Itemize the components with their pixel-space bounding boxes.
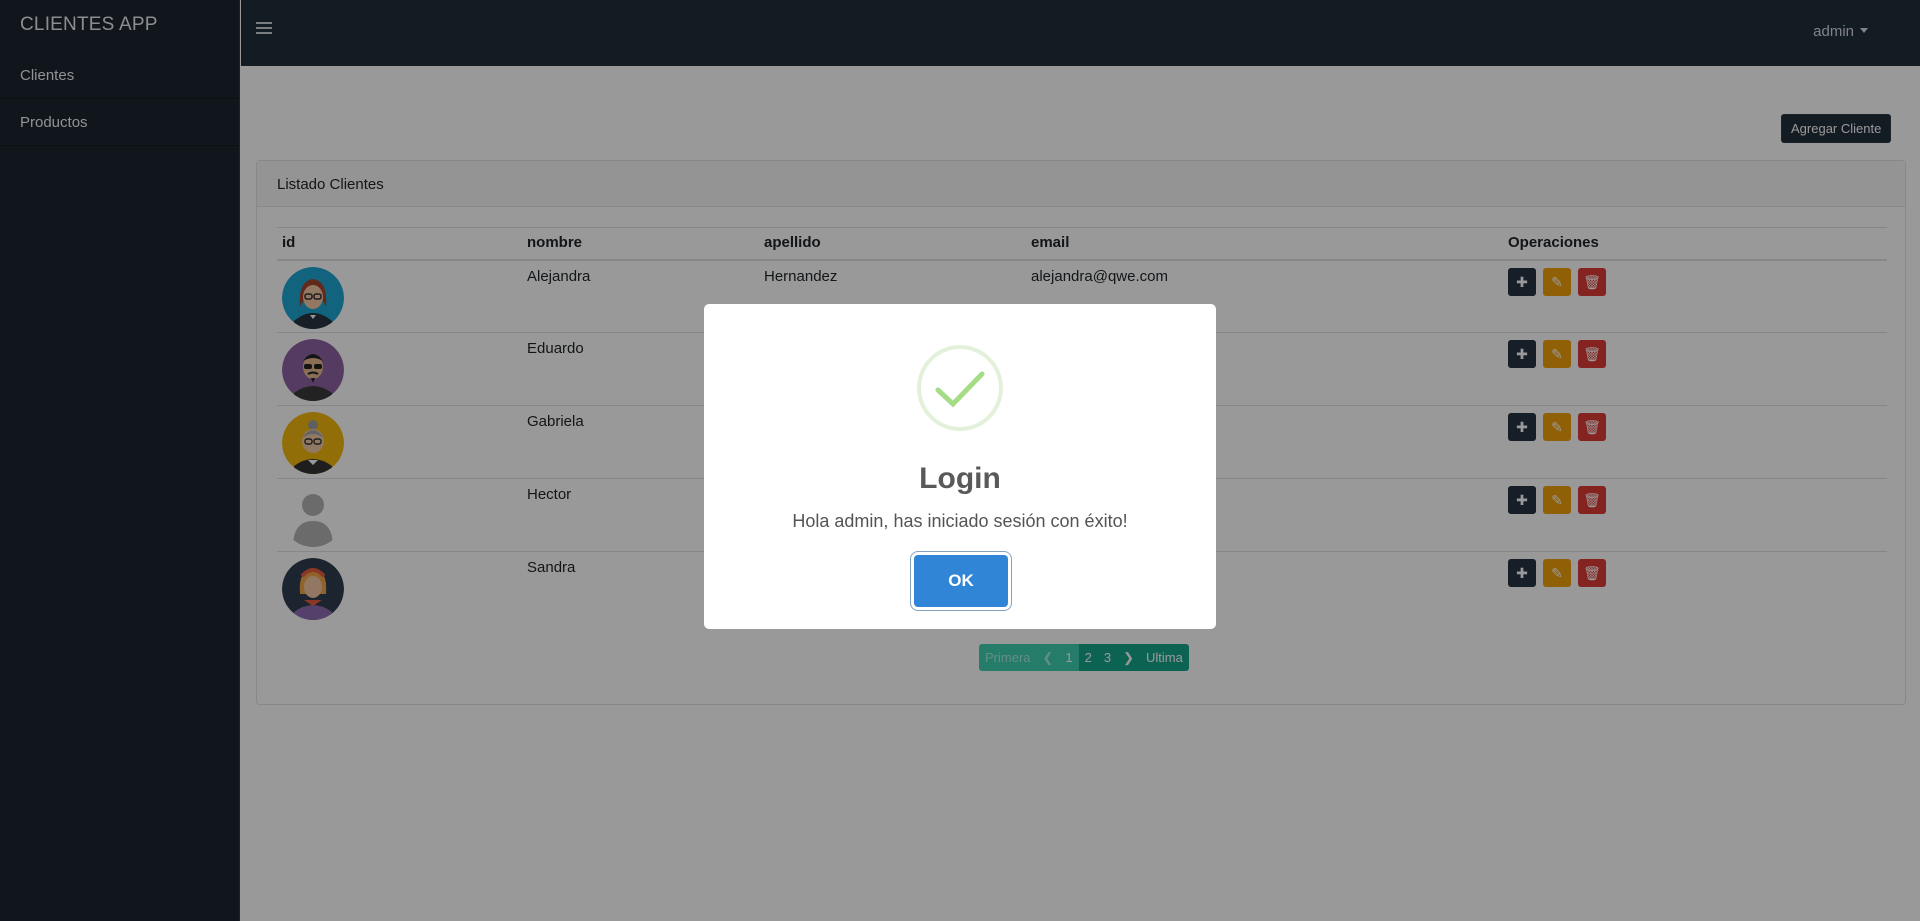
- modal-title: Login: [919, 462, 1001, 495]
- ok-button[interactable]: OK: [914, 555, 1008, 607]
- modal-message: Hola admin, has iniciado sesión con éxit…: [792, 511, 1128, 531]
- success-check-icon: [917, 345, 1003, 431]
- login-success-dialog: Login Hola admin, has iniciado sesión co…: [704, 304, 1216, 629]
- modal-backdrop[interactable]: Login Hola admin, has iniciado sesión co…: [0, 0, 1920, 921]
